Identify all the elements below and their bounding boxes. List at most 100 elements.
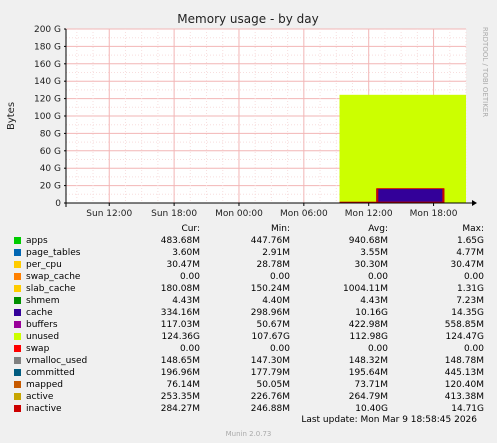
legend-avg: 4.43M — [360, 296, 388, 306]
legend-min: 107.67G — [251, 332, 290, 342]
legend-min: 177.79M — [250, 368, 290, 378]
legend-cur: 148.65M — [160, 356, 200, 366]
legend-max: 1.31G — [456, 284, 484, 294]
y-axis-label: Bytes — [6, 102, 17, 130]
legend-min: 150.24M — [250, 284, 290, 294]
legend-swatch — [14, 309, 21, 316]
legend-max: 1.65G — [456, 236, 484, 246]
legend-avg: 148.32M — [348, 356, 388, 366]
legend-swatch — [14, 249, 21, 256]
x-tick-label: Mon 12:00 — [345, 209, 393, 219]
legend-max: 14.71G — [451, 404, 484, 414]
legend-row-active: active 253.35M 226.76M 264.79M 413.38M — [12, 391, 490, 403]
legend-label: per_cpu — [26, 260, 62, 270]
legend-row-apps: apps 483.68M 447.76M 940.68M 1.65G — [12, 235, 490, 247]
legend-min: 147.30M — [250, 356, 290, 366]
legend-max: 445.13M — [444, 368, 484, 378]
legend-row-shmem: shmem 4.43M 4.40M 4.43M 7.23M — [12, 295, 490, 307]
legend-label: swap_cache — [26, 272, 81, 282]
legend-avg: 422.98M — [348, 320, 388, 330]
y-tick-label: 120 G — [34, 95, 61, 105]
legend-swatch — [14, 285, 21, 292]
legend-cur: 334.16M — [160, 308, 200, 318]
legend-header: Cur: Min: Avg: Max: — [12, 223, 490, 235]
y-tick-label: 20 G — [40, 182, 61, 192]
legend-cur: 483.68M — [160, 236, 200, 246]
legend-cur: 124.36G — [161, 332, 200, 342]
data-areas — [339, 94, 466, 203]
legend-swatch — [14, 237, 21, 244]
y-tick-label: 100 G — [34, 112, 61, 122]
legend-cur: 76.14M — [166, 380, 200, 390]
legend-label: shmem — [26, 296, 60, 306]
legend-table: Cur: Min: Avg: Max: apps 483.68M 447.76M 94… — [12, 223, 490, 415]
legend-max: 4.77M — [456, 248, 484, 258]
legend-avg: 10.16G — [355, 308, 388, 318]
y-tick-label: 160 G — [34, 60, 61, 70]
legend-min: 50.05M — [256, 380, 290, 390]
legend-row-cache: cache 334.16M 298.96M 10.16G 14.35G — [12, 307, 490, 319]
legend-cur: 0.00 — [179, 344, 200, 354]
legend-label: cache — [26, 308, 53, 318]
legend-swatch — [14, 321, 21, 328]
legend-max: 413.38M — [444, 392, 484, 402]
legend-min: 226.76M — [250, 392, 290, 402]
legend-label: inactive — [26, 404, 62, 414]
legend-avg: 3.55M — [360, 248, 388, 258]
legend-swatch — [14, 381, 21, 388]
legend-max: 0.00 — [463, 344, 484, 354]
legend-avg: 195.64M — [348, 368, 388, 378]
legend-min: 2.91M — [262, 248, 290, 258]
legend-row-swap: swap 0.00 0.00 0.00 0.00 — [12, 343, 490, 355]
legend-min: 0.00 — [269, 272, 290, 282]
legend-min: 447.76M — [250, 236, 290, 246]
memory-chart: Memory usage - by day Bytes RRDTOOL / TO… — [6, 12, 489, 219]
last-update: Last update: Mon Mar 9 18:58:45 2026 — [301, 415, 477, 425]
x-tick-label: Mon 18:00 — [410, 209, 458, 219]
y-tick-label: 140 G — [34, 77, 61, 87]
y-tick-label: 180 G — [34, 42, 61, 52]
legend-min: 28.78M — [256, 260, 290, 270]
legend-min: 4.40M — [262, 296, 290, 306]
area-cache-fill — [378, 189, 443, 202]
legend-avg: 0.00 — [367, 344, 388, 354]
legend-max: 14.35G — [451, 308, 484, 318]
y-tick-label: 0 — [55, 199, 61, 209]
x-tick-label: Sun 18:00 — [151, 209, 197, 219]
legend-row-vmalloc_used: vmalloc_used 148.65M 147.30M 148.32M 148.78M — [12, 355, 490, 367]
legend-row-unused: unused 124.36G 107.67G 112.98G 124.47G — [12, 331, 490, 343]
legend-label: active — [26, 392, 54, 402]
legend-label: apps — [26, 236, 48, 246]
legend-cur: 4.43M — [172, 296, 200, 306]
header-min: Min: — [270, 224, 290, 234]
legend-label: mapped — [26, 380, 63, 390]
legend-row-slab_cache: slab_cache 180.08M 150.24M 1004.11M 1.31G — [12, 283, 490, 295]
legend-avg: 30.30M — [354, 260, 388, 270]
legend-max: 0.00 — [463, 272, 484, 282]
legend-label: vmalloc_used — [26, 356, 88, 366]
legend-min: 246.88M — [250, 404, 290, 414]
legend-row-page_tables: page_tables 3.60M 2.91M 3.55M 4.77M — [12, 247, 490, 259]
legend-swatch — [14, 261, 21, 268]
legend-min: 298.96M — [250, 308, 290, 318]
legend-max: 124.47G — [445, 332, 484, 342]
x-tick-label: Mon 06:00 — [280, 209, 328, 219]
legend-cur: 253.35M — [160, 392, 200, 402]
legend-max: 148.78M — [444, 356, 484, 366]
legend-avg: 940.68M — [348, 236, 388, 246]
legend-label: swap — [26, 344, 50, 354]
legend-min: 50.67M — [256, 320, 290, 330]
y-tick-label: 60 G — [40, 147, 61, 157]
x-tick-label: Sun 12:00 — [86, 209, 132, 219]
legend-label: unused — [26, 332, 60, 342]
legend-label: committed — [26, 368, 75, 378]
header-avg: Avg: — [368, 224, 388, 234]
area-unused-0 — [339, 94, 466, 203]
legend-avg: 112.98G — [349, 332, 388, 342]
legend-row-committed: committed 196.96M 177.79M 195.64M 445.13M — [12, 367, 490, 379]
legend-label: buffers — [26, 320, 58, 330]
y-tick-label: 40 G — [40, 164, 61, 174]
legend-avg: 10.40G — [355, 404, 388, 414]
legend-avg: 264.79M — [348, 392, 388, 402]
legend-swatch — [14, 369, 21, 376]
